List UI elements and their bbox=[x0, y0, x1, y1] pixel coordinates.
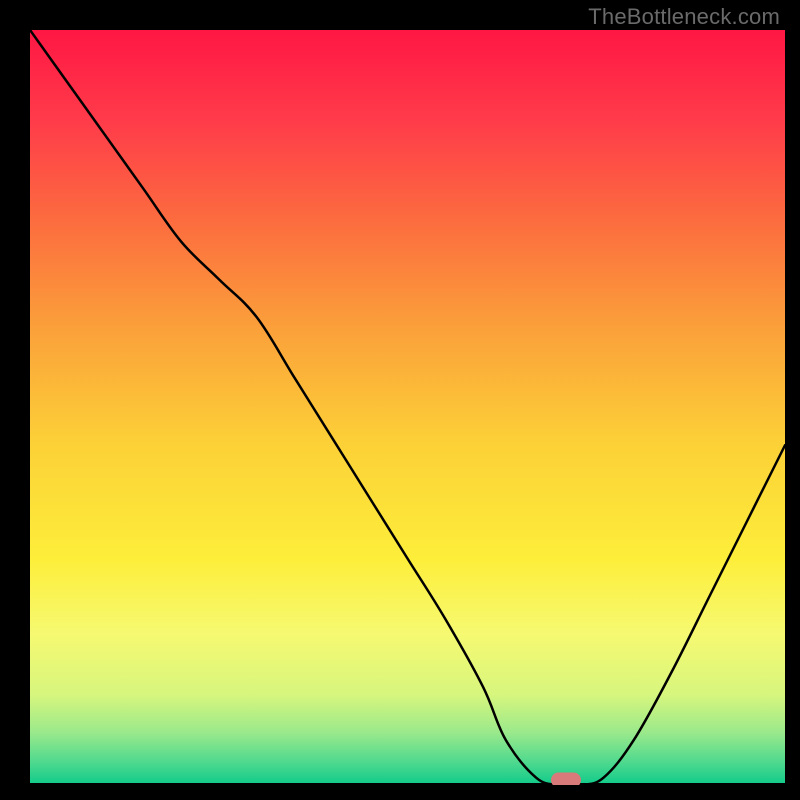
chart-frame: TheBottleneck.com bbox=[0, 0, 800, 800]
watermark-text: TheBottleneck.com bbox=[588, 4, 780, 30]
optimal-point-marker bbox=[551, 773, 581, 786]
plot-area bbox=[30, 30, 785, 785]
bottleneck-curve bbox=[30, 30, 785, 785]
x-axis-baseline bbox=[30, 783, 785, 785]
